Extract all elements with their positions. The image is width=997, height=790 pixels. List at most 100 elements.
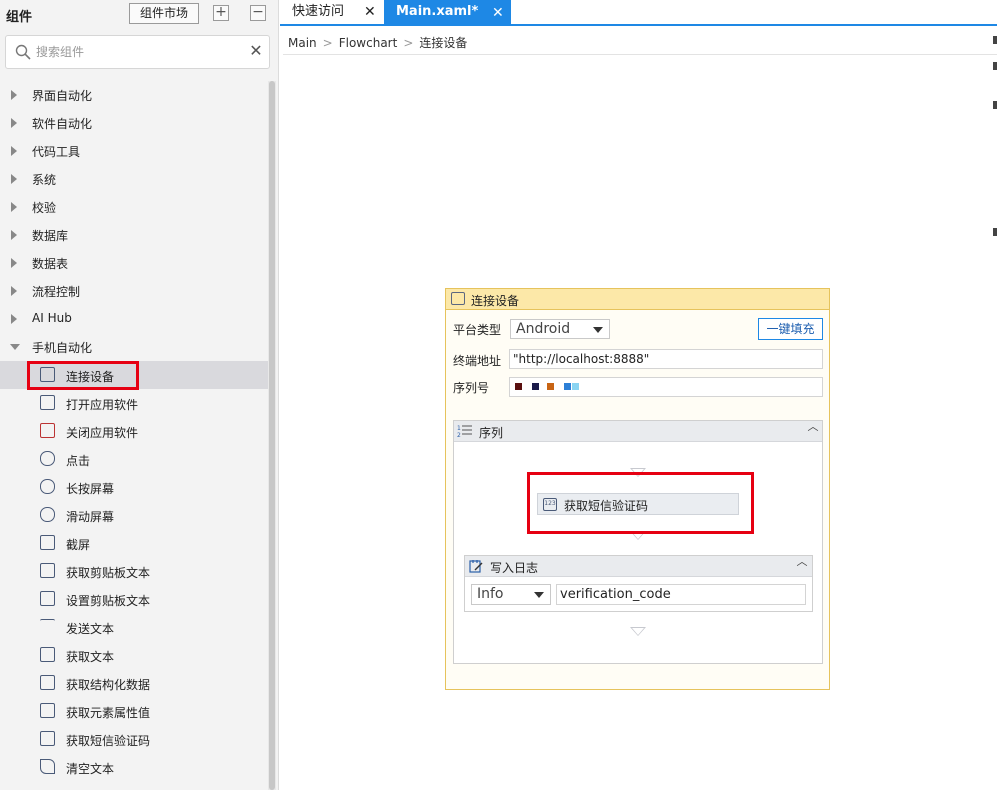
expand-arrow-icon <box>11 146 17 156</box>
tree-item-open-app[interactable]: 打开应用软件 <box>0 389 268 417</box>
category-ai-hub[interactable]: AI Hub <box>0 305 268 333</box>
sequence-container[interactable]: 1 2 序列 ︿ 123 获取短信验证码 写入日志 ︿ Info verific… <box>453 420 823 664</box>
close-icon[interactable]: ✕ <box>364 0 376 24</box>
breadcrumb-flowchart[interactable]: Flowchart <box>339 36 398 50</box>
tree-item-long-press[interactable]: 长按屏幕 <box>0 473 268 501</box>
tree-item-label: 获取短信验证码 <box>66 734 151 748</box>
collapse-chevron-icon[interactable]: ︿ <box>806 421 820 439</box>
drop-point-arrow-icon <box>630 468 646 477</box>
expand-all-button[interactable]: + <box>213 5 229 21</box>
chevron-down-icon <box>534 592 544 598</box>
connect-device-activity[interactable]: 连接设备 平台类型 Android 一键填充 终端地址 "http://loca… <box>445 288 830 690</box>
expand-arrow-icon <box>11 118 17 128</box>
component-search-box: ✕ <box>5 35 270 69</box>
category-database[interactable]: 数据库 <box>0 221 268 249</box>
platform-type-select[interactable]: Android <box>510 319 610 339</box>
connect-device-icon <box>451 292 465 305</box>
category-system[interactable]: 系统 <box>0 165 268 193</box>
tree-item-label: 滑动屏幕 <box>66 510 115 524</box>
platform-type-label: 平台类型 <box>453 323 502 337</box>
tree-item-label: 发送文本 <box>66 622 115 636</box>
tree-item-structured-data[interactable]: 获取结构化数据 <box>0 669 268 697</box>
component-search-input[interactable] <box>36 42 236 62</box>
breadcrumb-separator: > <box>322 36 333 50</box>
collapse-chevron-icon[interactable]: ︿ <box>795 556 809 574</box>
one-click-fill-button[interactable]: 一键填充 <box>758 318 823 340</box>
tree-item-element-attribute[interactable]: 获取元素属性值 <box>0 697 268 725</box>
expand-arrow-icon <box>11 230 17 240</box>
tree-item-tap[interactable]: 点击 <box>0 445 268 473</box>
redacted-pixel <box>515 383 522 390</box>
scrollbar-thumb[interactable] <box>269 81 275 790</box>
activity-title: 连接设备 <box>471 294 520 308</box>
clear-search-icon[interactable]: ✕ <box>246 41 266 61</box>
breadcrumb-separator: > <box>403 36 414 50</box>
write-log-icon <box>469 560 483 573</box>
tree-item-screenshot[interactable]: 截屏 <box>0 529 268 557</box>
breadcrumb-main[interactable]: Main <box>288 36 317 50</box>
chevron-down-icon <box>593 327 603 333</box>
category-label: 校验 <box>32 201 57 215</box>
category-label: 界面自动化 <box>32 89 93 103</box>
tree-item-close-app[interactable]: 关闭应用软件 <box>0 417 268 445</box>
get-text-icon <box>40 647 55 662</box>
app-window: 组件 组件市场 + − ✕ 界面自动化 软件自动化 代码工具 系统 校验 数据库… <box>0 0 997 790</box>
activity-title: 获取短信验证码 <box>564 499 649 513</box>
serial-number-label: 序列号 <box>453 381 490 395</box>
category-mobile-automation[interactable]: 手机自动化 <box>0 333 268 361</box>
open-app-icon <box>40 395 55 410</box>
edge-marker <box>993 228 997 236</box>
tree-item-label: 清空文本 <box>66 762 115 776</box>
send-text-icon <box>40 619 55 634</box>
close-icon[interactable]: ✕ <box>492 1 504 25</box>
tab-label: Main.xaml* <box>396 4 479 19</box>
collapse-arrow-icon <box>10 344 20 350</box>
document-tabs: 快速访问 ✕ Main.xaml* ✕ <box>280 0 997 26</box>
sequence-title: 序列 <box>479 426 504 440</box>
tree-item-swipe[interactable]: 滑动屏幕 <box>0 501 268 529</box>
component-tree: 界面自动化 软件自动化 代码工具 系统 校验 数据库 数据表 流程控制 AI H… <box>0 81 268 781</box>
tree-item-set-clipboard[interactable]: 设置剪贴板文本 <box>0 585 268 613</box>
tree-item-send-text[interactable]: 发送文本 <box>0 613 268 641</box>
activity-header[interactable]: 连接设备 <box>446 289 829 310</box>
tree-item-clear-text[interactable]: 清空文本 <box>0 753 268 781</box>
category-software-automation[interactable]: 软件自动化 <box>0 109 268 137</box>
category-flow-control[interactable]: 流程控制 <box>0 277 268 305</box>
clear-text-icon <box>40 759 55 774</box>
tree-item-get-clipboard[interactable]: 获取剪贴板文本 <box>0 557 268 585</box>
write-log-activity[interactable]: 写入日志 ︿ Info verification_code <box>464 555 813 612</box>
tab-quick-access[interactable]: 快速访问 ✕ <box>280 0 384 24</box>
redacted-pixel <box>532 383 539 390</box>
category-label: AI Hub <box>32 311 72 325</box>
category-label: 流程控制 <box>32 285 81 299</box>
collapse-all-button[interactable]: − <box>250 5 266 21</box>
category-code-tools[interactable]: 代码工具 <box>0 137 268 165</box>
address-field[interactable]: "http://localhost:8888" <box>509 349 823 369</box>
svg-text:2: 2 <box>457 432 461 438</box>
sequence-header[interactable]: 1 2 序列 ︿ <box>454 421 822 442</box>
category-ui-automation[interactable]: 界面自动化 <box>0 81 268 109</box>
category-validation[interactable]: 校验 <box>0 193 268 221</box>
category-datatable[interactable]: 数据表 <box>0 249 268 277</box>
tree-item-label: 截屏 <box>66 538 91 552</box>
tree-item-get-text[interactable]: 获取文本 <box>0 641 268 669</box>
write-log-header[interactable]: 写入日志 ︿ <box>465 556 812 577</box>
log-message-field[interactable]: verification_code <box>556 584 806 605</box>
expand-arrow-icon <box>11 314 17 324</box>
screenshot-icon <box>40 535 55 550</box>
components-panel-header: 组件 组件市场 + − <box>0 0 279 28</box>
log-level-select[interactable]: Info <box>471 584 551 605</box>
connect-device-icon <box>40 367 55 382</box>
tree-item-label: 连接设备 <box>66 370 115 384</box>
tree-item-sms-code[interactable]: 获取短信验证码 <box>0 725 268 753</box>
serial-number-field[interactable] <box>509 377 823 397</box>
sequence-list-icon: 1 2 <box>457 425 472 438</box>
get-sms-code-activity[interactable]: 123 获取短信验证码 <box>537 493 739 515</box>
component-market-button[interactable]: 组件市场 <box>129 3 199 24</box>
tab-main-xaml[interactable]: Main.xaml* ✕ <box>384 0 511 26</box>
breadcrumb-current[interactable]: 连接设备 <box>419 34 467 51</box>
element-attribute-icon <box>40 703 55 718</box>
sms-code-icon: 123 <box>543 498 557 511</box>
tree-item-connect-device[interactable]: 连接设备 <box>0 361 268 389</box>
tree-scrollbar[interactable] <box>268 81 276 790</box>
